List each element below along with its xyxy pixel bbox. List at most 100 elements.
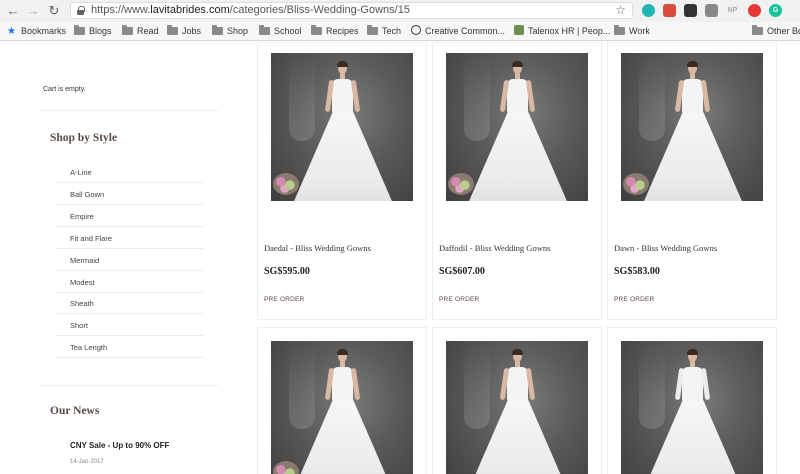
back-arrow-icon[interactable]: ←: [4, 2, 22, 20]
style-link-tea-length[interactable]: Tea Length: [70, 343, 107, 352]
url-text[interactable]: https://www.lavitabrides.com/categories/…: [91, 4, 410, 16]
news-item-date: 14-Jan-2017: [70, 459, 104, 465]
gown-bodice: [682, 367, 703, 401]
reload-icon[interactable]: ↻: [45, 2, 63, 20]
pre-order-label[interactable]: PRE ORDER: [614, 296, 654, 303]
np-icon[interactable]: NP: [726, 4, 739, 17]
cc-icon: [411, 25, 421, 35]
divider: [56, 335, 204, 336]
product-card[interactable]: [607, 327, 777, 474]
dark-tile-icon[interactable]: [684, 4, 697, 17]
product-image[interactable]: [271, 53, 413, 201]
grammarly-icon[interactable]: G: [769, 4, 782, 17]
bookmark-item-creative-commons[interactable]: Creative Common...: [411, 24, 505, 38]
veil-shape: [289, 341, 315, 429]
bookmark-label: Tech: [382, 26, 402, 36]
style-link-mermaid[interactable]: Mermaid: [70, 256, 99, 265]
folder-icon: [752, 25, 763, 35]
bookmark-item-bookmarks[interactable]: ★ Bookmarks: [7, 24, 66, 38]
product-card-daedal[interactable]: Daedal - Bliss Wedding Gowns SG$595.00 P…: [257, 42, 427, 320]
product-card[interactable]: [432, 327, 602, 474]
divider: [56, 204, 204, 205]
url-host: lavitabrides.com: [150, 4, 230, 16]
bookmark-star-icon[interactable]: ☆: [615, 3, 626, 17]
flowers-decoration: [448, 173, 474, 195]
browser-toolbar: ← → ↻ https://www.lavitabrides.com/categ…: [0, 0, 800, 22]
veil-shape: [289, 53, 315, 141]
bookmark-item-other[interactable]: Other Bo: [752, 24, 800, 38]
style-link-short[interactable]: Short: [70, 321, 88, 330]
folder-icon: [122, 25, 133, 35]
product-card-daffodil[interactable]: Daffodil - Bliss Wedding Gowns SG$607.00…: [432, 42, 602, 320]
divider: [56, 292, 204, 293]
product-image[interactable]: [621, 341, 763, 474]
pre-order-label[interactable]: PRE ORDER: [439, 296, 479, 303]
divider: [40, 110, 218, 111]
style-link-ball-gown[interactable]: Ball Gown: [70, 190, 104, 199]
gown-bodice: [332, 79, 353, 113]
talenox-icon: [514, 25, 524, 35]
folder-icon: [74, 25, 85, 35]
product-name[interactable]: Daedal - Bliss Wedding Gowns: [264, 243, 371, 253]
product-name[interactable]: Dawn - Bliss Wedding Gowns: [614, 243, 717, 253]
hair-shape: [687, 61, 698, 67]
veil-shape: [464, 341, 490, 429]
style-link-empire[interactable]: Empire: [70, 212, 94, 221]
gown-bodice: [507, 79, 528, 113]
bookmark-item-recipes[interactable]: Recipes: [311, 24, 359, 38]
bookmark-label: Read: [137, 26, 159, 36]
divider: [56, 182, 204, 183]
style-link-sheath[interactable]: Sheath: [70, 299, 94, 308]
news-item-title[interactable]: CNY Sale - Up to 90% OFF: [70, 441, 169, 450]
teal-circle-icon[interactable]: [642, 4, 655, 17]
product-image[interactable]: [271, 341, 413, 474]
star-icon: ★: [7, 26, 16, 37]
bookmark-label: Creative Common...: [425, 26, 506, 36]
red-shield-icon[interactable]: [748, 4, 761, 17]
bookmark-item-talenox[interactable]: Talenox HR | Peop...: [514, 24, 610, 38]
product-image[interactable]: [446, 341, 588, 474]
address-bar[interactable]: https://www.lavitabrides.com/categories/…: [70, 2, 633, 19]
product-image[interactable]: [621, 53, 763, 201]
folder-icon: [311, 25, 322, 35]
our-news-title: Our News: [50, 405, 100, 417]
sidebar: Cart is empty. Shop by Style A-Line Ball…: [0, 42, 250, 474]
bookmark-item-tech[interactable]: Tech: [367, 24, 401, 38]
product-card-dawn[interactable]: Dawn - Bliss Wedding Gowns SG$583.00 PRE…: [607, 42, 777, 320]
bookmark-label: Bookmarks: [20, 26, 66, 36]
bookmark-item-work[interactable]: Work: [614, 24, 650, 38]
bookmark-label: Other Bo: [767, 26, 800, 36]
bookmark-item-shop[interactable]: Shop: [212, 24, 248, 38]
hair-shape: [512, 61, 523, 67]
bookmark-label: Jobs: [182, 26, 202, 36]
bookmark-item-school[interactable]: School: [259, 24, 302, 38]
pocket-icon[interactable]: [705, 4, 718, 17]
pre-order-label[interactable]: PRE ORDER: [264, 296, 304, 303]
divider: [56, 248, 204, 249]
flowers-decoration: [273, 461, 299, 474]
flowers-decoration: [273, 173, 299, 195]
bookmark-label: Work: [629, 26, 650, 36]
folder-icon: [614, 25, 625, 35]
product-name[interactable]: Daffodil - Bliss Wedding Gowns: [439, 243, 550, 253]
product-image[interactable]: [446, 53, 588, 201]
veil-shape: [639, 53, 665, 141]
bookmark-item-blogs[interactable]: Blogs: [74, 24, 112, 38]
gown-bodice: [332, 367, 353, 401]
bookmark-label: Recipes: [326, 26, 359, 36]
forward-arrow-icon[interactable]: →: [24, 2, 42, 20]
product-card[interactable]: [257, 327, 427, 474]
shop-by-style-title: Shop by Style: [50, 132, 118, 144]
red-video-icon[interactable]: [663, 4, 676, 17]
bookmarks-bar: ★ Bookmarks Blogs Read Jobs Shop School R…: [0, 22, 800, 41]
divider: [56, 357, 204, 358]
hair-shape: [337, 349, 348, 355]
bookmark-item-jobs[interactable]: Jobs: [167, 24, 201, 38]
style-link-fit-and-flare[interactable]: Fit and Flare: [70, 234, 112, 243]
page-content: Cart is empty. Shop by Style A-Line Ball…: [0, 42, 800, 474]
divider: [40, 385, 218, 386]
bookmark-item-read[interactable]: Read: [122, 24, 159, 38]
style-link-a-line[interactable]: A-Line: [70, 168, 92, 177]
style-link-modest[interactable]: Modest: [70, 278, 95, 287]
bookmark-label: Blogs: [89, 26, 112, 36]
